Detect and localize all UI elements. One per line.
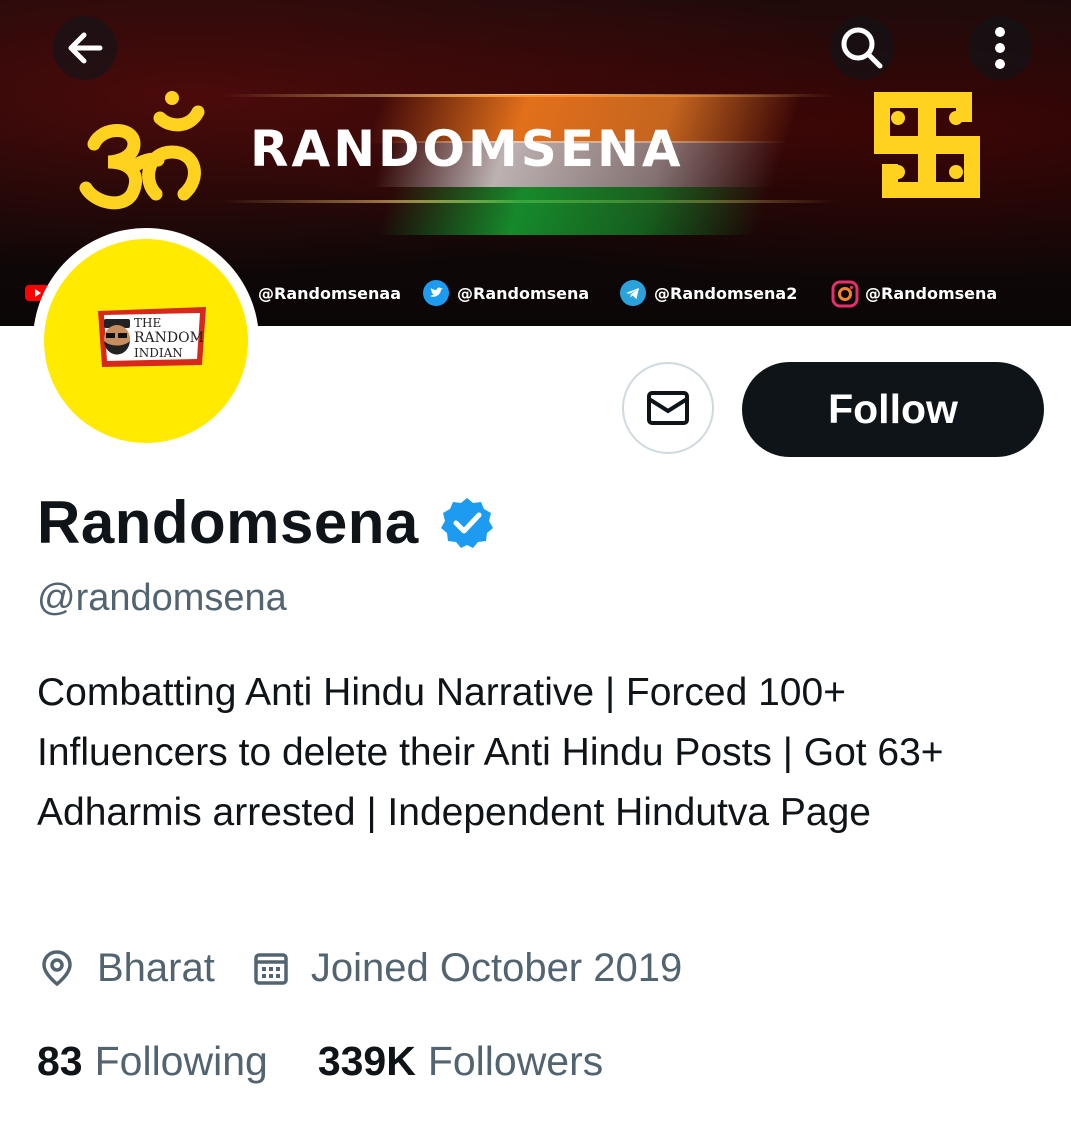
profile-bio: Combatting Anti Hindu Narrative | Forced… bbox=[37, 671, 944, 834]
verified-badge-icon[interactable] bbox=[439, 495, 495, 551]
profile-meta: Bharat Joined October 2019 bbox=[37, 940, 718, 996]
location-pin-icon bbox=[42, 950, 72, 987]
logo-text-line: RANDOM bbox=[134, 330, 204, 346]
swastika-symbol-icon bbox=[874, 92, 980, 198]
search-icon bbox=[841, 27, 883, 69]
social-telegram: @Randomsena2 bbox=[620, 278, 797, 308]
bearded-man-logo bbox=[104, 319, 130, 355]
following-count: 83 bbox=[37, 1037, 83, 1084]
follow-button[interactable]: Follow bbox=[742, 362, 1044, 457]
user-handle: @randomsena bbox=[37, 577, 287, 619]
social-handle: @Randomsenaa bbox=[258, 283, 401, 303]
twitter-icon bbox=[423, 280, 449, 306]
follow-stats: 83 Following 339K Followers bbox=[37, 1033, 653, 1089]
random-indian-logo-icon: THE RANDOM INDIAN bbox=[98, 307, 206, 367]
search-button[interactable] bbox=[830, 16, 894, 80]
logo-text-line: THE bbox=[134, 316, 161, 330]
calendar-icon bbox=[254, 953, 288, 985]
followers-count: 339K bbox=[317, 1037, 416, 1084]
logo-text-line: INDIAN bbox=[134, 346, 183, 360]
following-link[interactable]: 83 Following bbox=[37, 1038, 268, 1085]
social-handle: @Randomsena bbox=[457, 283, 590, 303]
display-name: Randomsena bbox=[37, 489, 419, 556]
avatar[interactable]: THE RANDOM INDIAN bbox=[44, 239, 248, 443]
following-label: Following bbox=[94, 1037, 268, 1084]
social-handle: @Randomsena bbox=[865, 283, 998, 303]
back-button[interactable] bbox=[53, 16, 117, 80]
name-row: Randomsena bbox=[37, 488, 495, 557]
arrow-left-icon bbox=[68, 32, 103, 64]
more-vertical-icon bbox=[995, 27, 1005, 69]
social-instagram: @Randomsena bbox=[831, 278, 997, 308]
instagram-icon bbox=[831, 280, 859, 308]
followers-link[interactable]: 339K Followers bbox=[318, 1038, 603, 1085]
message-button[interactable] bbox=[622, 362, 714, 454]
social-twitter: @Randomsena bbox=[423, 278, 589, 308]
telegram-icon bbox=[620, 280, 646, 306]
location: Bharat bbox=[37, 946, 215, 991]
join-date: Joined October 2019 bbox=[251, 946, 682, 991]
join-date-text: Joined October 2019 bbox=[310, 945, 683, 990]
followers-label: Followers bbox=[427, 1037, 604, 1084]
social-handle: @Randomsena2 bbox=[654, 283, 798, 303]
location-text: Bharat bbox=[97, 945, 215, 990]
om-symbol-icon bbox=[79, 91, 205, 210]
banner-title: RANDOMSENA bbox=[250, 120, 684, 178]
mail-icon bbox=[647, 391, 689, 425]
more-options-button[interactable] bbox=[968, 16, 1032, 80]
